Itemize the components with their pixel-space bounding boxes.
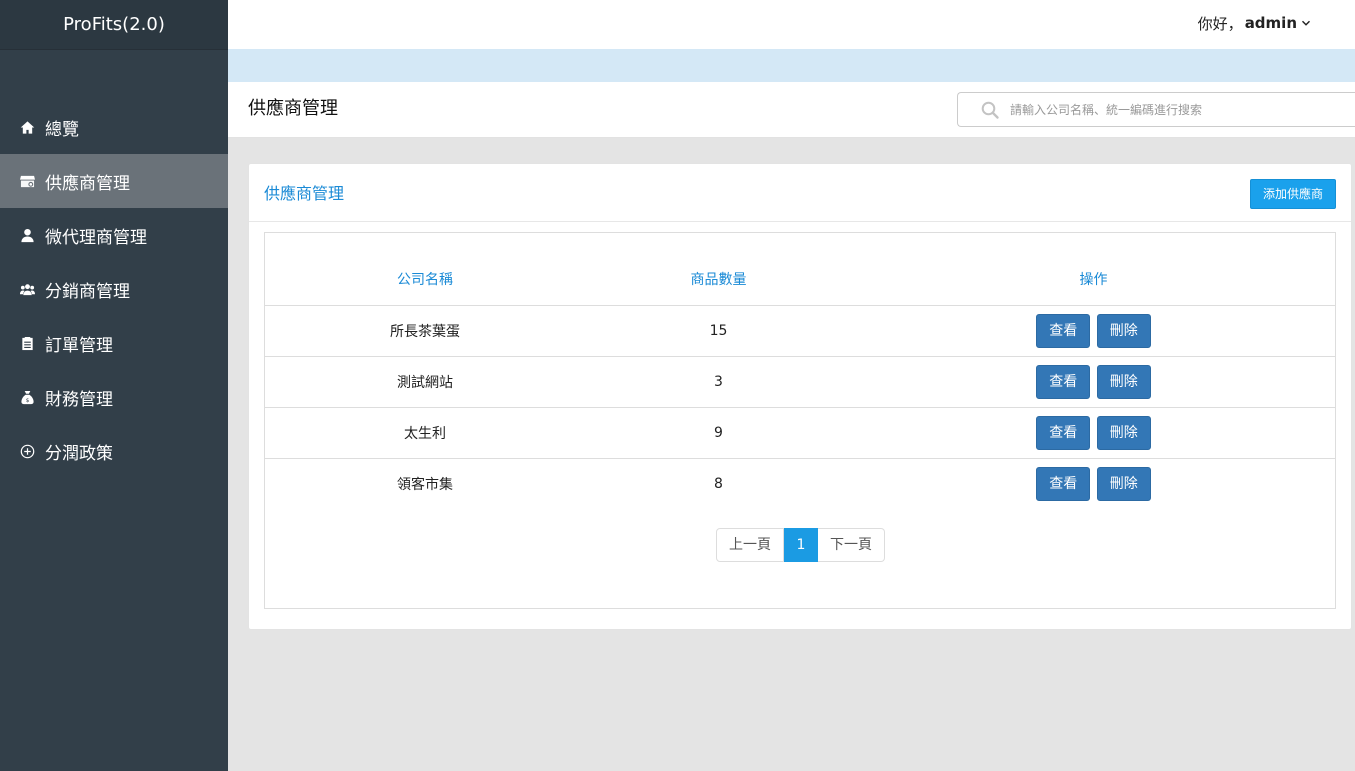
svg-text:$: $	[25, 398, 29, 404]
sidebar-item-label: 財務管理	[45, 389, 113, 410]
column-header-actions: 操作	[852, 233, 1335, 306]
column-header-count: 商品數量	[585, 233, 852, 306]
panel-header: 供應商管理 添加供應商	[249, 164, 1351, 222]
search-box	[957, 92, 1355, 127]
delete-button[interactable]: 刪除	[1096, 415, 1151, 450]
home-icon	[18, 118, 36, 136]
pagination: 上一頁 1 下一頁	[716, 528, 885, 562]
sidebar-item-label: 供應商管理	[45, 173, 130, 194]
product-count-cell: 15	[585, 305, 852, 357]
sidebar-item-profit-policy[interactable]: 分潤政策	[0, 424, 228, 478]
top-bar: 你好， admin	[228, 0, 1355, 49]
product-count-cell: 3	[585, 356, 852, 408]
app-brand: ProFits(2.0)	[0, 0, 228, 50]
add-supplier-button[interactable]: 添加供應商	[1250, 179, 1336, 209]
search-icon[interactable]	[980, 100, 1000, 120]
table-row: 測試網站 3 查看 刪除	[265, 356, 1335, 408]
delete-button[interactable]: 刪除	[1096, 364, 1151, 399]
info-strip	[228, 49, 1355, 82]
sidebar: ProFits(2.0) 總覽 供應商管理 微代理商管理 分銷商管理 訂單管理 …	[0, 0, 228, 771]
sidebar-item-label: 訂單管理	[45, 335, 113, 356]
view-button[interactable]: 查看	[1036, 415, 1091, 450]
sidebar-item-suppliers[interactable]: 供應商管理	[0, 154, 228, 208]
product-count-cell: 8	[714, 475, 723, 492]
sidebar-item-overview[interactable]: 總覽	[0, 100, 228, 154]
page-header: 供應商管理	[228, 82, 1355, 138]
actions-cell: 查看 刪除	[852, 458, 1335, 509]
next-page-button[interactable]: 下一頁	[818, 528, 885, 562]
user-greeting: 你好，	[1197, 14, 1243, 33]
sidebar-item-label: 總覽	[45, 119, 79, 140]
sidebar-item-distributors[interactable]: 分銷商管理	[0, 262, 228, 316]
view-button[interactable]: 查看	[1036, 364, 1091, 399]
table-row: 所長茶葉蛋 15 查看 刪除	[265, 305, 1335, 357]
sidebar-item-orders[interactable]: 訂單管理	[0, 316, 228, 370]
table-container: 公司名稱 商品數量 操作 所長茶葉蛋 15 查看 刪除 測試網站 3 查看 刪除…	[264, 232, 1336, 609]
company-name-cell: 測試網站	[265, 356, 585, 408]
page-title: 供應商管理	[248, 98, 338, 119]
delete-button[interactable]: 刪除	[1096, 313, 1151, 348]
actions-cell: 查看 刪除	[852, 305, 1335, 357]
company-name-cell: 太生利	[265, 407, 585, 459]
actions-cell: 查看 刪除	[852, 356, 1335, 408]
company-name-cell: 所長茶葉蛋	[265, 305, 585, 357]
sidebar-item-finance[interactable]: $ 財務管理	[0, 370, 228, 424]
user-menu[interactable]: 你好， admin	[1198, 0, 1311, 46]
product-count-cell: 9	[585, 407, 852, 459]
delete-button[interactable]: 刪除	[1096, 466, 1151, 501]
table-row: 太生利 9 查看 刪除	[265, 407, 1335, 459]
search-input[interactable]	[1010, 102, 1355, 117]
column-header-company: 公司名稱	[265, 233, 585, 306]
supplier-table: 公司名稱 商品數量 操作 所長茶葉蛋 15 查看 刪除 測試網站 3 查看 刪除…	[265, 233, 1335, 509]
sidebar-item-label: 分潤政策	[45, 443, 113, 464]
clipboard-icon	[18, 334, 36, 352]
money-bag-icon: $	[18, 388, 36, 406]
sidebar-nav: 總覽 供應商管理 微代理商管理 分銷商管理 訂單管理 $ 財務管理 分潤政策	[0, 100, 228, 478]
user-name: admin	[1244, 14, 1297, 32]
table-header-row: 公司名稱 商品數量 操作	[265, 233, 1335, 306]
view-button[interactable]: 查看	[1036, 466, 1091, 501]
sidebar-item-label: 分銷商管理	[45, 281, 130, 302]
current-page-button[interactable]: 1	[784, 528, 818, 562]
view-button[interactable]: 查看	[1036, 313, 1091, 348]
chevron-down-icon	[1301, 18, 1311, 28]
plus-circle-icon	[18, 442, 36, 460]
table-row: 領客市集 8 查看 刪除	[265, 458, 1335, 509]
company-name-cell: 領客市集	[397, 476, 453, 493]
panel-title: 供應商管理	[264, 184, 345, 203]
store-icon	[18, 172, 36, 190]
sidebar-item-micro-agents[interactable]: 微代理商管理	[0, 208, 228, 262]
supplier-panel: 供應商管理 添加供應商 公司名稱 商品數量 操作 所長茶葉蛋 15 查看 刪除	[248, 163, 1352, 630]
users-icon	[18, 280, 36, 298]
actions-cell: 查看 刪除	[852, 407, 1335, 459]
sidebar-item-label: 微代理商管理	[45, 227, 147, 248]
user-icon	[18, 226, 36, 244]
prev-page-button[interactable]: 上一頁	[716, 528, 784, 562]
